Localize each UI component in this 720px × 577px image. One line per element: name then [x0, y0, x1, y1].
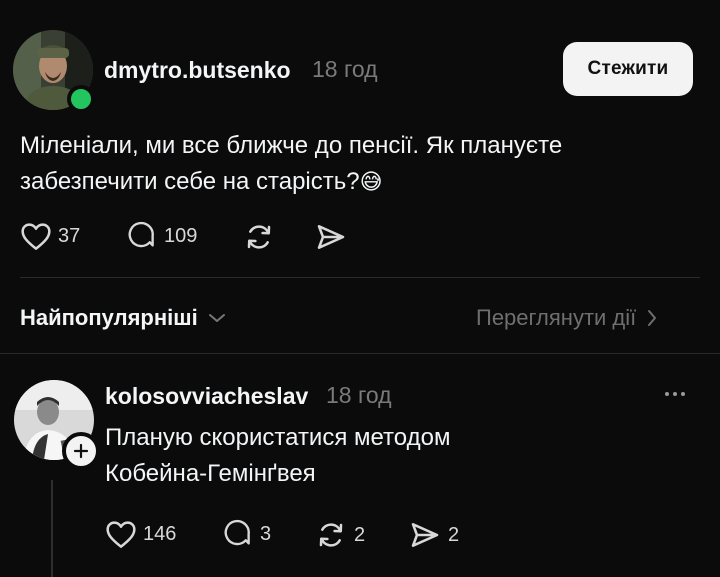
post-author-username[interactable]: dmytro.butsenko — [104, 57, 291, 84]
post-text-line-2-text: забезпечити себе на старість? — [20, 168, 360, 195]
reply-comment-count: 3 — [260, 522, 272, 545]
repost-icon — [319, 523, 343, 547]
reply-follow-add-button[interactable] — [62, 432, 100, 470]
view-activity-link[interactable]: Переглянути дії — [476, 305, 658, 331]
reply-share-button[interactable]: 2 — [408, 519, 459, 551]
more-dots-icon[interactable] — [665, 392, 685, 396]
plus-icon — [73, 443, 89, 459]
post-like-button[interactable]: 37 — [20, 221, 80, 251]
post-comment-count: 109 — [164, 224, 198, 247]
reply-like-button[interactable]: 146 — [105, 519, 176, 549]
comment-bubble-icon — [224, 519, 250, 546]
reply-body: Планую скористатися методом Кобейна-Гемі… — [105, 420, 450, 492]
reply-text-line-2: Кобейна-Гемінґвея — [105, 460, 316, 487]
chevron-down-icon — [208, 314, 225, 322]
post-repost-button[interactable] — [242, 221, 276, 253]
reply-comment-button[interactable]: 3 — [222, 519, 271, 549]
heart-icon — [21, 223, 51, 250]
reply-repost-count: 2 — [354, 523, 366, 546]
post-like-count: 37 — [58, 224, 81, 247]
post-text-line-2: забезпечити себе на старість?😅 — [20, 164, 680, 200]
send-icon — [411, 523, 439, 547]
comment-bubble-icon — [128, 221, 154, 248]
post-timestamp: 18 год — [312, 56, 378, 82]
post-body: Міленіали, ми все ближче до пенсії. Як п… — [20, 128, 680, 200]
reply-timestamp: 18 год — [326, 382, 392, 408]
sort-dropdown[interactable]: Найпопулярніші — [20, 305, 226, 331]
send-icon — [317, 225, 345, 249]
reply-like-count: 146 — [143, 522, 177, 545]
reply-author-username[interactable]: kolosovviacheslav — [105, 383, 308, 410]
post-comment-button[interactable]: 109 — [126, 221, 197, 251]
reply-text-line-1: Планую скористатися методом — [105, 424, 451, 451]
post-divider — [20, 277, 700, 278]
online-status-dot — [67, 85, 95, 113]
sort-label: Найпопулярніші — [20, 305, 198, 330]
post-text-line-1: Міленіали, ми все ближче до пенсії. Як п… — [20, 132, 563, 159]
reply-thread-line — [51, 480, 53, 577]
post-share-button[interactable] — [314, 221, 348, 253]
sweat-smile-emoji: 😅 — [359, 169, 383, 194]
view-activity-label: Переглянути дії — [476, 305, 637, 330]
reply-share-count: 2 — [448, 523, 460, 546]
reply-repost-button[interactable]: 2 — [314, 519, 365, 551]
heart-icon — [106, 521, 136, 548]
section-divider — [0, 353, 720, 354]
chevron-right-icon — [648, 310, 657, 326]
follow-button[interactable]: Стежити — [563, 42, 693, 96]
repost-icon — [247, 225, 271, 249]
